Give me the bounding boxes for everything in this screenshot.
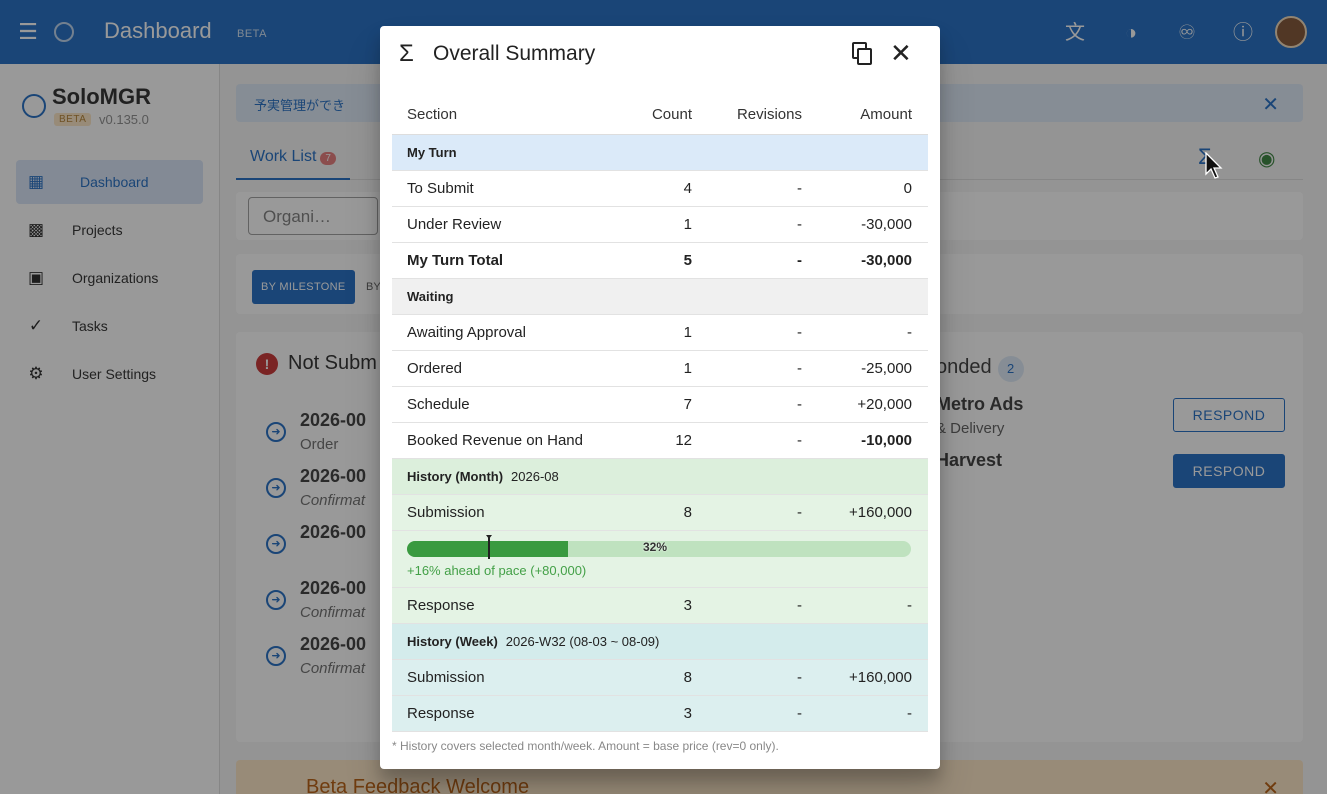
pace-note: +16% ahead of pace (+80,000) (407, 562, 587, 578)
mouse-cursor-icon (1205, 152, 1223, 179)
dialog-footnote: * History covers selected month/week. Am… (392, 739, 779, 753)
table-row: Submission 8 - +160,000 (392, 659, 928, 696)
my-turn-total-row: My Turn Total 5 - -30,000 (392, 242, 928, 279)
table-row: Booked Revenue on Hand 12 - -10,000 (392, 422, 928, 459)
table-row: Submission 8 - +160,000 (392, 494, 928, 531)
history-month-value: 2026-08 (511, 468, 559, 484)
column-header-section: Section (392, 96, 618, 135)
copy-icon[interactable] (852, 42, 874, 66)
progress-percent-label: 32% (643, 539, 668, 554)
history-week-value: 2026-W32 (08-03 ~ 08-09) (505, 633, 660, 649)
table-row: To Submit 4 - 0 (392, 170, 928, 207)
table-row: Response 3 - - (392, 587, 928, 624)
summary-table: Section Count Revisions Amount My Turn T… (392, 96, 928, 732)
overall-summary-dialog: Σ Overall Summary ✕ Section Count Revisi… (380, 26, 940, 769)
pace-marker (485, 534, 492, 559)
table-row: Awaiting Approval 1 - - (392, 314, 928, 351)
column-header-amount: Amount (818, 96, 928, 135)
table-row: Ordered 1 - -25,000 (392, 350, 928, 387)
table-row: Response 3 - - (392, 695, 928, 732)
sigma-icon: Σ (399, 40, 414, 67)
history-week-label: History (Week) (407, 633, 498, 649)
history-month-label: History (Month) (407, 468, 504, 484)
column-header-count: Count (618, 96, 708, 135)
section-header-my-turn: My Turn (392, 134, 928, 171)
pace-progress: 32% +16% ahead of pace (+80,000) (407, 531, 911, 587)
dialog-title: Overall Summary (433, 42, 596, 65)
section-header-history-month: History (Month) 2026-08 (392, 458, 928, 495)
table-header-row: Section Count Revisions Amount (392, 96, 928, 135)
close-icon[interactable]: ✕ (890, 38, 912, 68)
pace-progress-row: 32% +16% ahead of pace (+80,000) (392, 530, 928, 588)
column-header-revisions: Revisions (708, 96, 818, 135)
table-row: Under Review 1 - -30,000 (392, 206, 928, 243)
section-header-waiting: Waiting (392, 278, 928, 315)
table-row: Schedule 7 - +20,000 (392, 386, 928, 423)
section-header-history-week: History (Week) 2026-W32 (08-03 ~ 08-09) (392, 623, 928, 660)
